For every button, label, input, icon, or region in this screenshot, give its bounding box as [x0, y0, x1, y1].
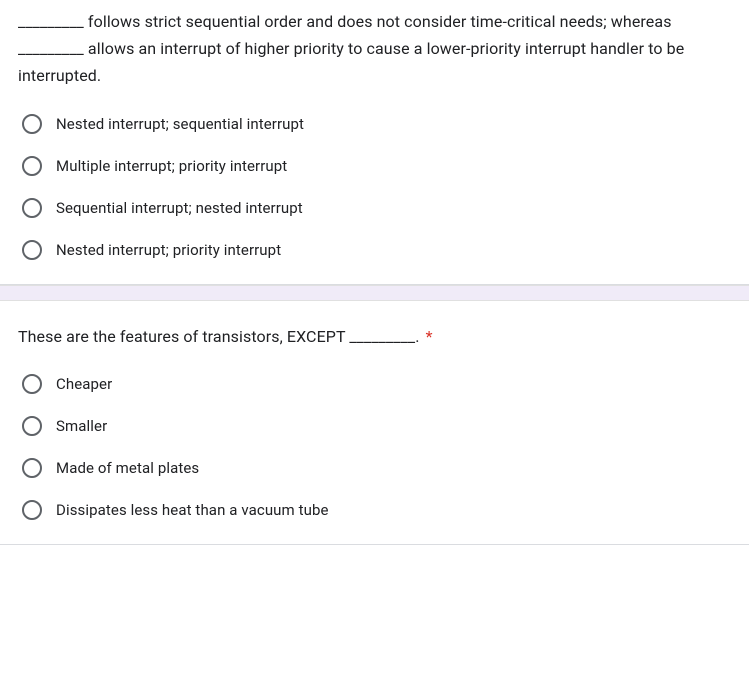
radio-icon [22, 500, 42, 520]
options-group-2: Cheaper Smaller Made of metal plates Dis… [18, 374, 725, 520]
option-2-2[interactable]: Smaller [22, 416, 725, 436]
required-asterisk: * [426, 327, 433, 346]
card-separator [0, 285, 749, 301]
radio-icon [22, 198, 42, 218]
option-2-1[interactable]: Cheaper [22, 374, 725, 394]
question-text-1: _________ follows strict sequential orde… [18, 8, 725, 90]
radio-icon [22, 416, 42, 436]
radio-icon [22, 114, 42, 134]
question-text-content-2: These are the features of transistors, E… [18, 327, 420, 346]
option-1-3[interactable]: Sequential interrupt; nested interrupt [22, 198, 725, 218]
option-1-4[interactable]: Nested interrupt; priority interrupt [22, 240, 725, 260]
option-label: Multiple interrupt; priority interrupt [56, 157, 287, 175]
option-label: Dissipates less heat than a vacuum tube [56, 501, 329, 519]
form-page: _________ follows strict sequential orde… [0, 0, 749, 545]
radio-icon [22, 374, 42, 394]
question-text-2: These are the features of transistors, E… [18, 323, 725, 350]
option-label: Nested interrupt; sequential interrupt [56, 115, 304, 133]
option-label: Sequential interrupt; nested interrupt [56, 199, 303, 217]
option-label: Cheaper [56, 375, 112, 393]
option-label: Smaller [56, 417, 107, 435]
option-1-1[interactable]: Nested interrupt; sequential interrupt [22, 114, 725, 134]
option-label: Made of metal plates [56, 459, 199, 477]
question-card-1: _________ follows strict sequential orde… [0, 0, 749, 285]
option-2-4[interactable]: Dissipates less heat than a vacuum tube [22, 500, 725, 520]
option-2-3[interactable]: Made of metal plates [22, 458, 725, 478]
question-text-content-1: _________ follows strict sequential orde… [18, 12, 684, 85]
radio-icon [22, 240, 42, 260]
option-label: Nested interrupt; priority interrupt [56, 241, 281, 259]
radio-icon [22, 458, 42, 478]
question-card-2: These are the features of transistors, E… [0, 301, 749, 545]
option-1-2[interactable]: Multiple interrupt; priority interrupt [22, 156, 725, 176]
radio-icon [22, 156, 42, 176]
options-group-1: Nested interrupt; sequential interrupt M… [18, 114, 725, 260]
